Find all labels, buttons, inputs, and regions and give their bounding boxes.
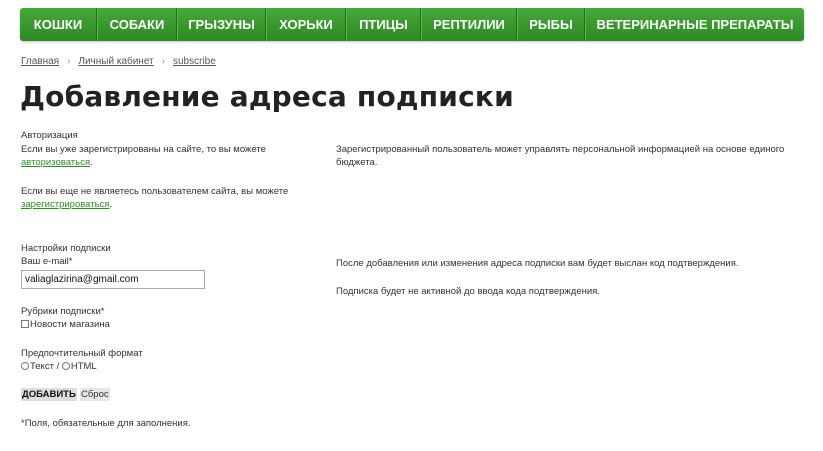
- breadcrumb-home[interactable]: Главная: [21, 56, 59, 67]
- nav-item-vet-drugs[interactable]: Ветеринарные препараты: [585, 8, 804, 41]
- nav-item-cats[interactable]: Кошки: [20, 8, 97, 41]
- confirmation-note: После добавления или изменения адреса по…: [336, 258, 739, 269]
- store-news-label: Новости магазина: [30, 319, 110, 330]
- period: .: [89, 157, 93, 168]
- breadcrumb-current[interactable]: subscribe: [173, 56, 216, 67]
- auth-not-registered-label: Если вы еще не являетесь пользователем с…: [21, 186, 289, 197]
- nav-item-rodents[interactable]: Грызуны: [177, 8, 266, 41]
- add-button[interactable]: ДОБАВИТЬ: [21, 388, 77, 401]
- format-options: Текст / HTML: [21, 360, 97, 373]
- auth-registered-text: Если вы уже зарегистрированы на сайте, т…: [21, 143, 311, 169]
- format-html-label: HTML: [70, 361, 97, 372]
- breadcrumb: Главная › Личный кабинет › subscribe: [21, 56, 216, 67]
- main-nav: Кошки Собаки Грызуны Хорьки Птицы Рептил…: [20, 8, 804, 41]
- nav-item-ferrets[interactable]: Хорьки: [266, 8, 346, 41]
- settings-heading: Настройки подписки: [21, 243, 111, 254]
- store-news-checkbox[interactable]: [21, 320, 29, 328]
- format-html-radio[interactable]: [61, 362, 70, 370]
- auth-info: Зарегистрированный пользователь может уп…: [336, 143, 806, 169]
- auth-not-registered-text: Если вы еще не являетесь пользователем с…: [21, 185, 311, 211]
- auth-info-line1: Зарегистрированный пользователь может уп…: [336, 144, 785, 155]
- auth-registered-label: Если вы уже зарегистрированы на сайте, т…: [21, 144, 266, 155]
- breadcrumb-separator: ›: [67, 56, 71, 67]
- email-label: Ваш e-mail*: [21, 256, 73, 267]
- period: .: [109, 199, 113, 210]
- format-label: Предпочтительный формат: [21, 348, 143, 359]
- required-footnote: *Поля, обязательные для заполнения.: [21, 418, 191, 429]
- reset-button[interactable]: Сброс: [80, 388, 110, 401]
- email-field[interactable]: [21, 270, 205, 289]
- register-link[interactable]: зарегистрироваться: [21, 199, 109, 210]
- format-separator: /: [56, 361, 60, 372]
- nav-item-dogs[interactable]: Собаки: [97, 8, 177, 41]
- page-title: Добавление адреса подписки: [20, 80, 514, 113]
- breadcrumb-account[interactable]: Личный кабинет: [78, 56, 153, 67]
- login-link[interactable]: авторизоваться: [21, 157, 90, 168]
- auth-heading: Авторизация: [21, 130, 78, 141]
- nav-item-birds[interactable]: Птицы: [346, 8, 421, 41]
- format-text-radio[interactable]: [21, 362, 29, 370]
- rubrics-label: Рубрики подписки*: [21, 306, 105, 317]
- rubric-option: Новости магазина: [21, 318, 110, 331]
- nav-item-reptiles[interactable]: Рептилии: [421, 8, 517, 41]
- auth-info-line2: бюджета.: [336, 157, 378, 168]
- breadcrumb-separator: ›: [161, 56, 165, 67]
- format-text-label: Текст: [30, 361, 54, 372]
- inactive-note: Подписка будет не активной до ввода кода…: [336, 286, 600, 297]
- nav-item-fish[interactable]: Рыбы: [517, 8, 585, 41]
